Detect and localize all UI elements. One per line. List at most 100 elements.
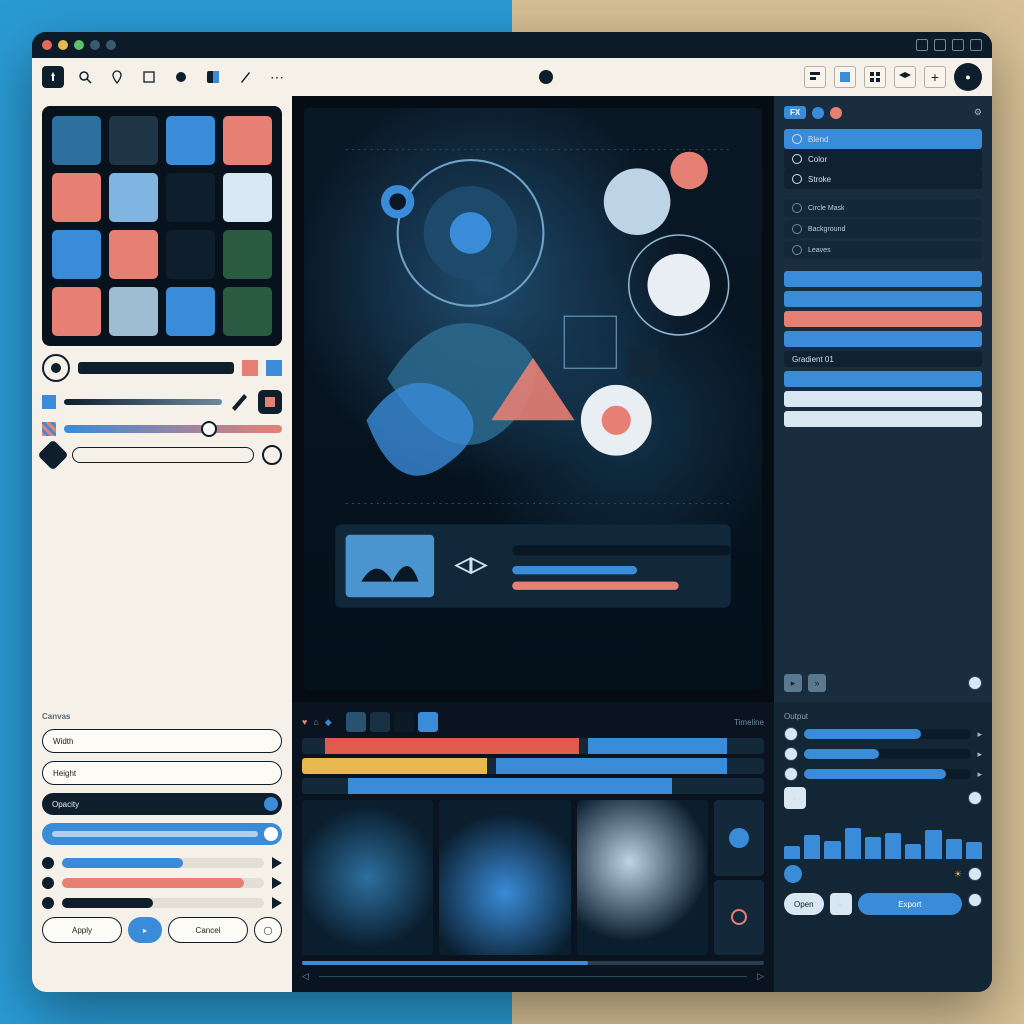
swatch-salmon[interactable] [242,360,258,376]
eye-icon[interactable] [792,203,802,213]
layer-row[interactable]: Leaves [784,241,982,259]
play-button[interactable]: ▸ [784,674,802,692]
more-tool[interactable]: ⋯ [266,66,288,88]
add-button[interactable]: + [924,66,946,88]
swatch-row[interactable] [784,411,982,427]
opacity-pill[interactable]: Opacity [42,793,282,815]
asset-solid-salmon[interactable] [223,116,272,165]
timeline-swatch[interactable] [370,712,390,732]
asset-grid-1[interactable] [109,116,158,165]
preview-thumb[interactable] [577,800,708,955]
slider-3[interactable] [62,898,264,908]
slider-2[interactable] [62,878,264,888]
preview-thumb[interactable] [302,800,433,955]
prop-row[interactable]: Stroke [784,169,982,189]
confirm-button[interactable]: ▸ [128,917,162,943]
next-icon[interactable]: ▷ [757,971,764,982]
menu-icon[interactable] [970,39,982,51]
slider-1[interactable] [62,858,264,868]
asset-line-arc[interactable] [223,173,272,222]
thumb-icon[interactable] [258,390,282,414]
progress-pill[interactable] [42,823,282,845]
layer-row[interactable]: Circle Mask [784,199,982,217]
artboard[interactable]: ◁▷ [304,108,762,690]
asset-ring-red[interactable] [52,173,101,222]
step-button[interactable]: ▸ [830,893,852,915]
gear-icon[interactable]: ⚙ [974,107,982,118]
circle-button[interactable]: ◯ [254,917,282,943]
eye-icon[interactable] [792,245,802,255]
track-3[interactable] [302,778,764,794]
sidebar-icon[interactable] [952,39,964,51]
asset-leaf[interactable] [223,230,272,279]
align-button[interactable] [804,66,826,88]
tag-icon[interactable]: ⌂ [313,717,318,727]
swatch-icon[interactable] [42,395,56,409]
artboard-tool[interactable] [138,66,160,88]
minimize-icon[interactable] [58,40,68,50]
asset-blue-sq[interactable] [166,287,215,336]
sun-icon[interactable]: ☀ [954,869,962,880]
grid-button[interactable] [864,66,886,88]
timeline-swatch[interactable] [394,712,414,732]
prev-icon[interactable]: ◁ [302,971,309,982]
swatch-row[interactable] [784,331,982,347]
search-tool[interactable] [74,66,96,88]
swatch-row[interactable] [784,271,982,287]
pencil-icon[interactable] [230,392,250,412]
knob-icon[interactable] [968,791,982,805]
next-button[interactable]: » [808,674,826,692]
knob-icon[interactable] [968,676,982,690]
knob-icon[interactable] [784,767,798,781]
layers-button[interactable] [894,66,916,88]
asset-plant[interactable] [223,287,272,336]
pen-tool[interactable] [234,66,256,88]
asset-shape-heart[interactable] [52,230,101,279]
asset-circle-dark[interactable] [166,173,215,222]
width-field[interactable]: Width [42,729,282,753]
mask-tool[interactable] [202,66,224,88]
asset-solid-blue[interactable] [166,116,215,165]
heart-icon[interactable]: ♥ [302,717,307,727]
handle-icon[interactable] [42,877,54,889]
track-2[interactable] [302,758,764,774]
knob-icon[interactable] [968,867,982,881]
asset-salmon-sq[interactable] [52,287,101,336]
stack-icon[interactable] [934,39,946,51]
gradient-slider[interactable] [64,425,282,433]
fx-tab[interactable]: FX [784,106,806,119]
timeline-swatch[interactable] [418,712,438,732]
prop-row[interactable]: Blend [784,129,982,149]
mix-2[interactable] [804,749,971,759]
swatch-blue[interactable] [266,360,282,376]
knob-icon[interactable] [784,747,798,761]
mix-1[interactable] [804,729,971,739]
asset-cam-icon[interactable] [166,230,215,279]
play-icon[interactable]: ▸ [784,787,806,809]
handle-icon[interactable] [42,897,54,909]
notify-icon[interactable] [916,39,928,51]
circle-thumb[interactable] [714,800,764,876]
asset-ring-blue[interactable] [109,173,158,222]
apply-button[interactable]: Apply [42,917,122,943]
handle-icon[interactable] [42,857,54,869]
track-1[interactable] [302,738,764,754]
swatch-row[interactable]: Gradient 01 [784,351,982,367]
prop-row[interactable]: Color [784,149,982,169]
knob-icon[interactable] [784,727,798,741]
pill-input[interactable] [72,447,254,463]
cancel-button[interactable]: Cancel [168,917,248,943]
swatch-row[interactable] [784,311,982,327]
circle-thumb[interactable] [714,880,764,956]
mix-3[interactable] [804,769,971,779]
swatch-row[interactable] [784,291,982,307]
profile-avatar[interactable]: ● [954,63,982,91]
open-button[interactable]: Open [784,893,824,915]
drop-icon[interactable]: ◆ [325,717,332,728]
eye-icon[interactable] [792,224,802,234]
timeline-swatch[interactable] [346,712,366,732]
swatch-row[interactable] [784,371,982,387]
pin-tool[interactable] [106,66,128,88]
checker-icon[interactable] [42,422,56,436]
preview-thumb[interactable] [439,800,570,955]
